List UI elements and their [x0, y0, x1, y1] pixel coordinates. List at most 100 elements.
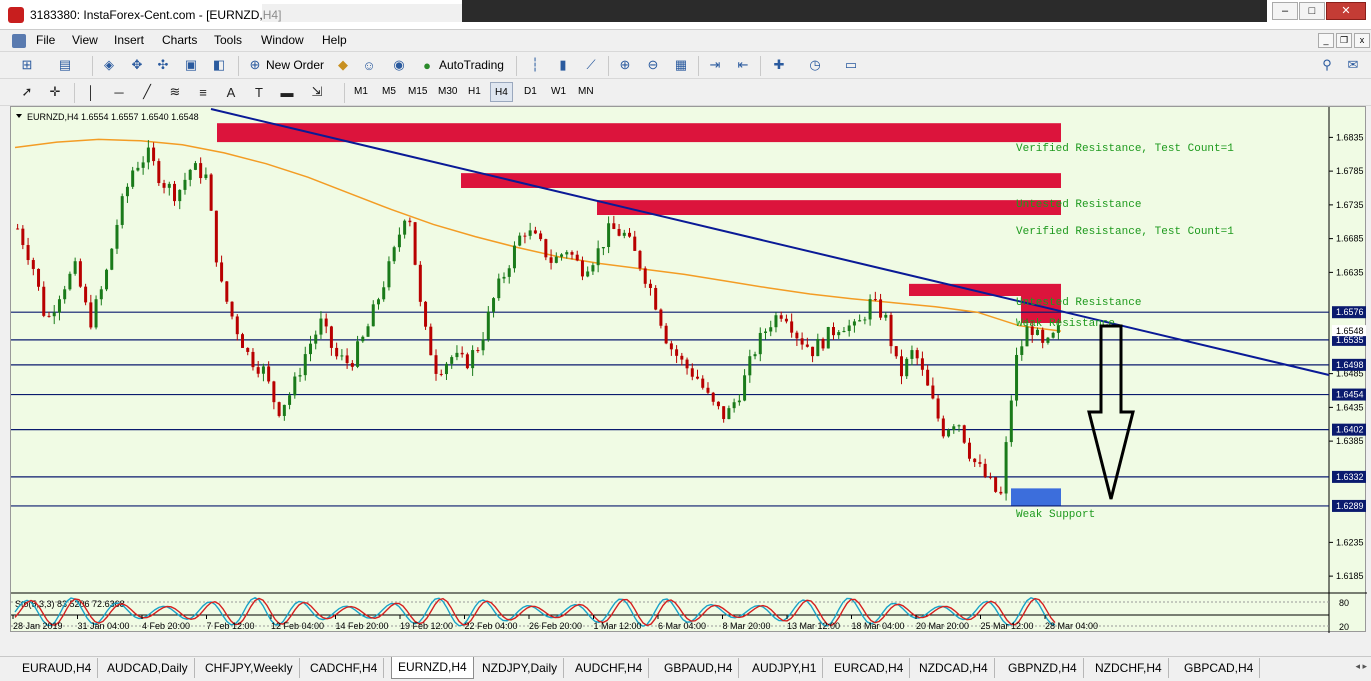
timeframe-mn[interactable]: MN: [574, 82, 598, 102]
tab-eurcad-h4[interactable]: EURCAD,H4: [828, 658, 911, 678]
tab-nzdjpy-daily[interactable]: NZDJPY,Daily: [476, 658, 565, 678]
navigator-icon[interactable]: ✣: [154, 56, 172, 74]
timeframe-m5[interactable]: M5: [378, 82, 400, 102]
market-icon[interactable]: ◉: [390, 56, 408, 74]
tab-cadchf-h4[interactable]: CADCHF,H4: [304, 658, 385, 678]
menu-tools[interactable]: Tools: [214, 33, 242, 47]
rectangle-icon[interactable]: ▬: [278, 83, 296, 101]
mdi-close-button[interactable]: x: [1354, 33, 1370, 48]
candle-body: [716, 401, 720, 407]
templates-icon[interactable]: ▭: [842, 56, 860, 74]
menu-view[interactable]: View: [72, 33, 98, 47]
cursor-icon[interactable]: ➚: [18, 83, 36, 101]
timeframe-m30[interactable]: M30: [434, 82, 461, 102]
market-watch-icon[interactable]: ◈: [100, 56, 118, 74]
data-window-icon[interactable]: ✥: [128, 56, 146, 74]
search-icon[interactable]: ⚲: [1318, 56, 1336, 74]
menu-help[interactable]: Help: [322, 33, 347, 47]
candlestick-icon[interactable]: ▮: [554, 56, 572, 74]
arrows-icon[interactable]: ⇲: [308, 83, 326, 101]
chart-window[interactable]: Verified Resistance, Test Count=1 Unteste…: [10, 106, 1367, 633]
auto-scroll-icon[interactable]: ⇥: [706, 56, 724, 74]
candle-body: [282, 404, 286, 416]
candle-body: [764, 331, 768, 333]
chart-shift-icon[interactable]: ⇤: [734, 56, 752, 74]
mdi-restore-button[interactable]: ❐: [1336, 33, 1352, 48]
candle-body: [173, 183, 177, 202]
tab-gbpnzd-h4[interactable]: GBPNZD,H4: [1002, 658, 1084, 678]
indicators-icon[interactable]: ✚: [770, 56, 788, 74]
timeframe-m15[interactable]: M15: [404, 82, 431, 102]
tab-audchf-h4[interactable]: AUDCHF,H4: [569, 658, 650, 678]
crosshair-icon[interactable]: ✛: [46, 83, 64, 101]
tile-windows-icon[interactable]: ▦: [672, 56, 690, 74]
menu-insert[interactable]: Insert: [114, 33, 144, 47]
periods-toolbar: ➚ ✛ │ ─ ╱ ≋ ≡ A T ▬ ⇲ M1 M5 M15 M30 H1 H…: [0, 79, 1371, 106]
menu-charts[interactable]: Charts: [162, 33, 197, 47]
new-chart-icon[interactable]: ⊞: [18, 56, 36, 74]
tab-nzdchf-h4[interactable]: NZDCHF,H4: [1089, 658, 1169, 678]
candle-body: [622, 232, 626, 236]
text-tool-icon[interactable]: A: [222, 83, 240, 101]
chart-tabs: EURAUD,H4 AUDCAD,Daily CHFJPY,Weekly CAD…: [0, 656, 1371, 681]
tab-chfjpy-weekly[interactable]: CHFJPY,Weekly: [199, 658, 300, 678]
candle-body: [314, 334, 318, 344]
timeframe-w1[interactable]: W1: [547, 82, 570, 102]
line-chart-icon[interactable]: ⟋: [582, 56, 600, 74]
metaeditor-icon[interactable]: ◆: [334, 56, 352, 74]
new-order-button[interactable]: New Order: [266, 58, 324, 72]
strategy-tester-icon[interactable]: ◧: [210, 56, 228, 74]
candle-body: [920, 358, 924, 370]
minimize-button[interactable]: –: [1272, 2, 1298, 20]
timeframe-h1[interactable]: H1: [464, 82, 485, 102]
channel-icon[interactable]: ≋: [166, 83, 184, 101]
horizontal-line-icon[interactable]: ─: [110, 83, 128, 101]
tab-gbpaud-h4[interactable]: GBPAUD,H4: [658, 658, 740, 678]
price-chart[interactable]: Verified Resistance, Test Count=1 Unteste…: [11, 107, 1367, 633]
mdi-minimize-button[interactable]: _: [1318, 33, 1334, 48]
chat-icon[interactable]: ✉: [1344, 56, 1362, 74]
close-button[interactable]: ✕: [1326, 2, 1366, 20]
tab-euraud-h4[interactable]: EURAUD,H4: [16, 658, 99, 678]
menu-window[interactable]: Window: [261, 33, 304, 47]
candle-body: [769, 327, 773, 332]
candle-body: [905, 358, 909, 377]
tab-scroll-arrows[interactable]: ◂ ▸: [1355, 661, 1367, 672]
profiles-icon[interactable]: ▤: [56, 56, 74, 74]
fibonacci-icon[interactable]: ≡: [194, 83, 212, 101]
timeframe-m1[interactable]: M1: [350, 82, 372, 102]
bar-chart-icon[interactable]: ┆: [526, 56, 544, 74]
candle-body: [324, 318, 328, 327]
periods-icon[interactable]: ◷: [806, 56, 824, 74]
label-tool-icon[interactable]: T: [250, 83, 268, 101]
trendline-icon[interactable]: ╱: [138, 83, 156, 101]
timeframe-d1[interactable]: D1: [520, 82, 541, 102]
candle-body: [988, 476, 992, 478]
candle-body: [842, 330, 846, 333]
tab-gbpcad-h4[interactable]: GBPCAD,H4: [1178, 658, 1261, 678]
autotrading-icon[interactable]: ●: [418, 56, 436, 74]
autotrading-button[interactable]: AutoTrading: [439, 58, 504, 72]
document-icon: [12, 34, 26, 48]
candle-body: [790, 321, 794, 333]
candle-body: [120, 196, 124, 225]
tab-audcad-daily[interactable]: AUDCAD,Daily: [101, 658, 195, 678]
zoom-in-icon[interactable]: ⊕: [616, 56, 634, 74]
maximize-button[interactable]: □: [1299, 2, 1325, 20]
signals-icon[interactable]: ☺: [360, 56, 378, 74]
x-tick-label: 18 Mar 04:00: [852, 621, 905, 631]
vertical-line-icon[interactable]: │: [82, 83, 100, 101]
candle-body: [1009, 400, 1013, 443]
new-order-icon[interactable]: ⊕: [246, 56, 264, 74]
tab-eurnzd-h4[interactable]: EURNZD,H4: [391, 657, 474, 679]
terminal-icon[interactable]: ▣: [182, 56, 200, 74]
menu-file[interactable]: File: [36, 33, 55, 47]
tab-nzdcad-h4[interactable]: NZDCAD,H4: [913, 658, 995, 678]
resistance-zone: [217, 123, 1061, 143]
candle-body: [392, 247, 396, 262]
candle-body: [915, 350, 919, 359]
tab-audjpy-h1[interactable]: AUDJPY,H1: [746, 658, 824, 678]
zoom-out-icon[interactable]: ⊖: [644, 56, 662, 74]
candle-body: [952, 426, 956, 430]
timeframe-h4[interactable]: H4: [490, 82, 513, 102]
